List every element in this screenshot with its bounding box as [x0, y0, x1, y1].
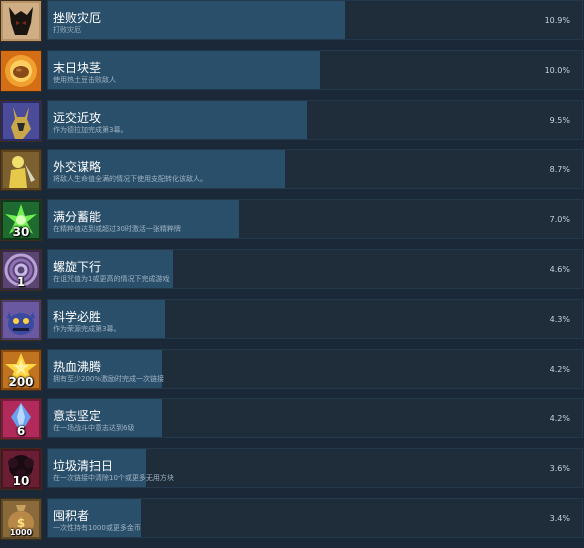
achievement-badge-count: 10 [12, 474, 30, 488]
achievement-row: 6 意志坚定 在一场战斗中意志达到6级 4.2% [0, 398, 584, 448]
achievement-unlock-percent: 8.7% [549, 165, 570, 174]
achievement-row: 远交近攻 作为德拉加完成第3幕。 9.5% [0, 100, 584, 150]
achievement-title: 垃圾清扫日 [53, 459, 114, 473]
achievement-row: 挫败灾厄 打败灾厄 10.9% [0, 0, 584, 50]
achievement-unlock-percent: 4.2% [549, 365, 570, 374]
achievement-row: 10 垃圾清扫日 在一次链接中清除10个或更多无用方块 3.6% [0, 448, 584, 498]
achievement-badge-count: 30 [12, 225, 30, 239]
achievement-progress-bar: 外交谋略 将敌人生命值全满的情况下使用支配转化该敌人。 8.7% [47, 149, 583, 189]
blue-crystal-icon: 6 [0, 398, 42, 440]
achievement-title: 意志坚定 [53, 409, 102, 423]
dark-blob-icon: 10 [0, 448, 42, 490]
achievement-unlock-percent: 3.6% [549, 464, 570, 473]
gold-star-icon: 200 [0, 349, 42, 391]
achievement-description: 拥有至少200%激励时完成一次链接 [53, 375, 165, 383]
achievement-description: 一次性持有1000或更多金币 [53, 524, 141, 532]
achievement-unlock-percent: 3.4% [549, 514, 570, 523]
achievement-title: 囤积者 [53, 509, 90, 523]
achievement-description: 打败灾厄 [53, 26, 81, 34]
achievement-row: 末日块茎 使用热土豆击败敌人 10.0% [0, 50, 584, 100]
achievement-progress-bar: 囤积者 一次性持有1000或更多金币 3.4% [47, 498, 583, 538]
achievement-unlock-percent: 7.0% [549, 215, 570, 224]
achievement-description: 使用热土豆击败敌人 [53, 76, 116, 84]
achievement-row: 外交谋略 将敌人生命值全满的情况下使用支配转化该敌人。 8.7% [0, 149, 584, 199]
achievement-unlock-percent: 4.2% [549, 414, 570, 423]
blue-creature-icon [0, 299, 42, 341]
achievement-progress-bar: 螺旋下行 在诅咒值为1或更高的情况下完成游戏 4.6% [47, 249, 583, 289]
achievement-description: 在一次链接中清除10个或更多无用方块 [53, 474, 174, 482]
achievement-progress-bar: 挫败灾厄 打败灾厄 10.9% [47, 0, 583, 40]
achievement-title: 螺旋下行 [53, 260, 102, 274]
money-bag-icon: $1000 [0, 498, 42, 540]
purple-spiral-icon: 1 [0, 249, 42, 291]
achievement-row: 1 螺旋下行 在诅咒值为1或更高的情况下完成游戏 4.6% [0, 249, 584, 299]
dark-helmet-icon [0, 0, 42, 42]
achievement-unlock-percent: 9.5% [549, 116, 570, 125]
achievement-badge-count: 1000 [9, 528, 33, 537]
jackal-warrior-icon [0, 100, 42, 142]
achievement-badge-count: 1 [16, 275, 26, 289]
achievement-row: $1000 囤积者 一次性持有1000或更多金币 3.4% [0, 498, 584, 548]
achievement-description: 在精粹值达到或超过30时激活一张精粹牌 [53, 225, 181, 233]
achievement-progress-bar: 垃圾清扫日 在一次链接中清除10个或更多无用方块 3.6% [47, 448, 583, 488]
achievement-title: 挫败灾厄 [53, 11, 102, 25]
achievement-unlock-percent: 10.0% [544, 66, 570, 75]
achievement-row: 30 满分蓄能 在精粹值达到或超过30时激活一张精粹牌 7.0% [0, 199, 584, 249]
achievement-progress-bar: 满分蓄能 在精粹值达到或超过30时激活一张精粹牌 7.0% [47, 199, 583, 239]
achievement-title: 远交近攻 [53, 111, 102, 125]
achievement-unlock-percent: 4.3% [549, 315, 570, 324]
achievement-title: 热血沸腾 [53, 360, 102, 374]
achievement-progress-bar: 远交近攻 作为德拉加完成第3幕。 9.5% [47, 100, 583, 140]
achievement-progress-bar: 科学必胜 作为荣源完成第3幕。 4.3% [47, 299, 583, 339]
achievement-progress-bar: 末日块茎 使用热土豆击败敌人 10.0% [47, 50, 583, 90]
achievement-title: 科学必胜 [53, 310, 102, 324]
achievement-description: 在一场战斗中意志达到6级 [53, 424, 135, 432]
achievement-row: 科学必胜 作为荣源完成第3幕。 4.3% [0, 299, 584, 349]
golden-figure-icon [0, 149, 42, 191]
achievement-row: 200 热血沸腾 拥有至少200%激励时完成一次链接 4.2% [0, 349, 584, 399]
achievement-description: 作为荣源完成第3幕。 [53, 325, 121, 333]
achievement-progress-bar: 热血沸腾 拥有至少200%激励时完成一次链接 4.2% [47, 349, 583, 389]
achievement-unlock-percent: 4.6% [549, 265, 570, 274]
green-energy-icon: 30 [0, 199, 42, 241]
achievement-title: 外交谋略 [53, 160, 102, 174]
achievement-list: 挫败灾厄 打败灾厄 10.9% 末日块茎 使用热土豆击败敌人 10.0% 远交近攻 作为德拉加… [0, 0, 584, 540]
hot-potato-icon [0, 50, 42, 92]
achievement-progress-bar: 意志坚定 在一场战斗中意志达到6级 4.2% [47, 398, 583, 438]
achievement-description: 将敌人生命值全满的情况下使用支配转化该敌人。 [53, 175, 207, 183]
achievement-title: 满分蓄能 [53, 210, 102, 224]
achievement-unlock-percent: 10.9% [544, 16, 570, 25]
achievement-badge-count: 200 [8, 375, 34, 389]
achievement-description: 作为德拉加完成第3幕。 [53, 126, 128, 134]
achievement-title: 末日块茎 [53, 61, 102, 75]
achievement-description: 在诅咒值为1或更高的情况下完成游戏 [53, 275, 170, 283]
achievement-badge-count: 6 [16, 424, 26, 438]
